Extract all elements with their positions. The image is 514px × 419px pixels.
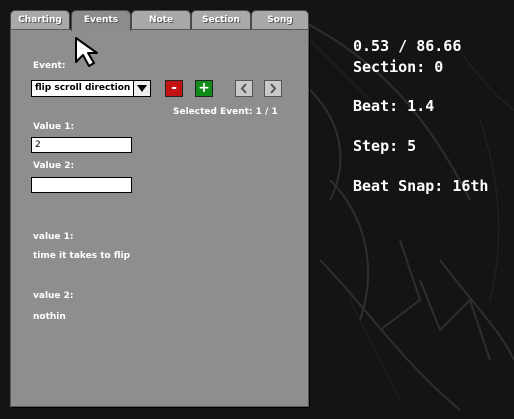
add-event-button[interactable]: + bbox=[195, 80, 213, 97]
value2-description-text: nothin bbox=[33, 312, 66, 322]
tab-events[interactable]: Events bbox=[71, 10, 131, 31]
tab-song[interactable]: Song bbox=[251, 10, 309, 29]
beat-snap-readout: Beat Snap: 16th bbox=[353, 177, 489, 195]
selected-event-text: Selected Event: 1 / 1 bbox=[173, 107, 278, 117]
value1-input[interactable]: 2 bbox=[31, 137, 132, 153]
remove-event-button[interactable]: - bbox=[165, 80, 183, 97]
events-panel: Event: flip scroll direction - + Selecte… bbox=[10, 29, 309, 407]
value2-label: Value 2: bbox=[33, 161, 75, 171]
section-readout: Section: 0 bbox=[353, 58, 444, 76]
event-dropdown[interactable]: flip scroll direction bbox=[31, 80, 151, 97]
value1-description-text: time it takes to flip bbox=[33, 251, 131, 261]
chevron-left-icon bbox=[240, 83, 247, 94]
value1-description-title: value 1: bbox=[33, 232, 74, 242]
value2-input[interactable] bbox=[31, 177, 132, 193]
chevron-right-icon bbox=[270, 83, 277, 94]
value1-label: Value 1: bbox=[33, 122, 75, 132]
previous-event-button[interactable] bbox=[235, 80, 253, 97]
next-event-button[interactable] bbox=[264, 80, 282, 97]
tab-charting[interactable]: Charting bbox=[10, 10, 70, 29]
tab-bar: Charting Events Note Section Song bbox=[10, 10, 310, 31]
tab-section[interactable]: Section bbox=[191, 10, 251, 29]
value2-description-title: value 2: bbox=[33, 291, 74, 301]
step-readout: Step: 5 bbox=[353, 137, 417, 155]
event-label: Event: bbox=[33, 61, 66, 71]
song-time-readout: 0.53 / 86.66 bbox=[353, 37, 462, 55]
triangle-down-icon[interactable] bbox=[133, 81, 150, 96]
mouse-pointer-icon bbox=[75, 37, 98, 67]
plus-icon: + bbox=[198, 80, 210, 96]
tab-note[interactable]: Note bbox=[131, 10, 191, 29]
minus-icon: - bbox=[171, 80, 177, 96]
event-dropdown-value: flip scroll direction bbox=[35, 83, 131, 93]
beat-readout: Beat: 1.4 bbox=[353, 97, 435, 115]
